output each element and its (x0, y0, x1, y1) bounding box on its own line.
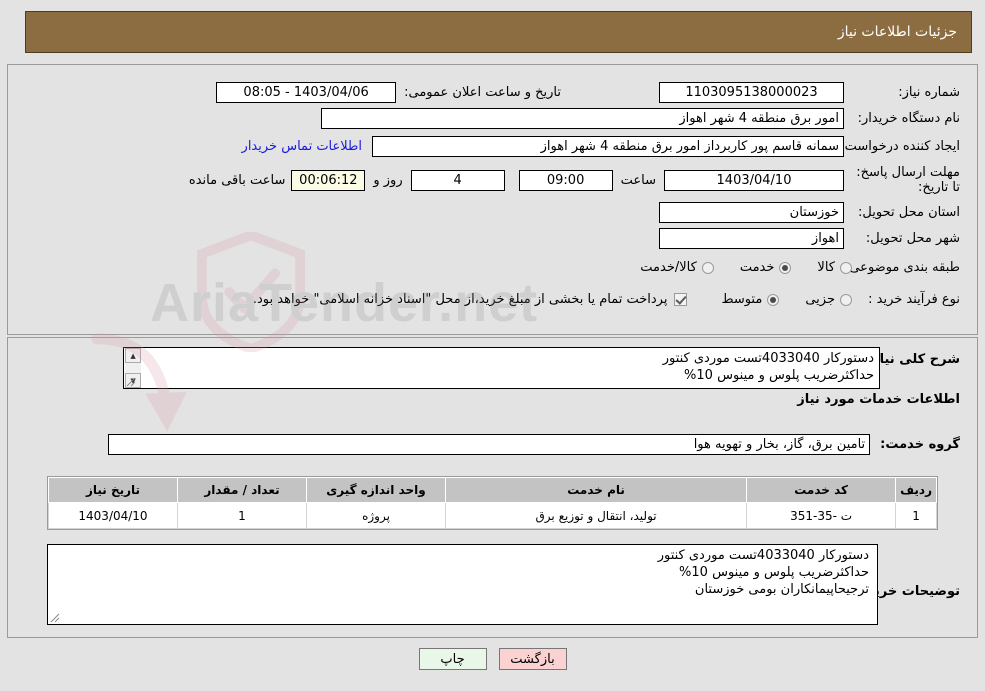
field-province: استان محل تحویل: خوزستان (659, 202, 960, 223)
field-process-type: نوع فرآیند خرید : جزیی متوسط پرداخت تمام… (253, 292, 960, 307)
field-public-announcement: تاریخ و ساعت اعلان عمومی: 1403/04/06 - 0… (216, 82, 561, 103)
deadline-label: مهلت ارسال پاسخ: تا تاریخ: (856, 165, 960, 195)
need-summary-scrollbar[interactable]: ▲ ▼ (124, 348, 141, 388)
need-summary-text: دستورکار 4033040تست موردی کنتور حداکثرضر… (662, 351, 874, 383)
deadline-time-value: 09:00 (518, 169, 613, 191)
process-type-label: نوع فرآیند خرید : (868, 292, 960, 307)
public-announcement-label: تاریخ و ساعت اعلان عمومی: (404, 85, 561, 100)
countdown-suffix-label: ساعت باقی مانده (188, 172, 286, 188)
deadline-date-value: 1403/04/10 (664, 169, 844, 191)
treasury-checkbox[interactable] (674, 293, 688, 306)
days-label: روز و (373, 172, 403, 188)
category-label: طبقه بندی موضوعی: (844, 260, 960, 275)
need-number-label: شماره نیاز: (898, 85, 960, 100)
field-category: طبقه بندی موضوعی: کالا خدمت کالا/خدمت (614, 260, 960, 275)
cell-unit: پروژه (306, 502, 446, 529)
print-button[interactable]: چاپ (418, 648, 487, 670)
radio-category-khedmat[interactable]: خدمت (740, 260, 792, 275)
radio-dot-motavasset[interactable] (767, 293, 780, 306)
field-deadline: مهلت ارسال پاسخ: تا تاریخ: 1403/04/10 سا… (189, 165, 960, 195)
province-value: خوزستان (659, 202, 844, 223)
scroll-down-icon[interactable]: ▼ (125, 373, 141, 388)
col-header-need-date: تاریخ نیاز (48, 477, 178, 503)
table-header-row: ردیف کد خدمت نام خدمت واحد اندازه گیری ت… (48, 477, 937, 503)
service-group-label: گروه خدمت: (880, 437, 960, 452)
field-city: شهر محل تحویل: اهواز (659, 228, 960, 249)
city-label: شهر محل تحویل: (865, 231, 960, 246)
radio-label-jozii: جزیی (805, 292, 835, 307)
field-requester: ایجاد کننده درخواست: سمانه قاسم پور کارب… (242, 136, 960, 157)
buyer-notes-text: دستورکار 4033040تست موردی کنتور حداکثرضر… (657, 548, 869, 597)
countdown-value: 00:06:12 (291, 169, 366, 191)
services-table: ردیف کد خدمت نام خدمت واحد اندازه گیری ت… (47, 476, 938, 530)
radio-dot-khedmat[interactable] (779, 261, 792, 274)
radio-dot-kala-khedmat[interactable] (701, 261, 714, 274)
radio-label-kala-khedmat: کالا/خدمت (640, 260, 697, 275)
requester-value: سمانه قاسم پور کاربرداز امور برق منطقه 4… (372, 136, 844, 157)
cell-need-date: 1403/04/10 (48, 502, 178, 529)
field-service-group: گروه خدمت: تامین برق، گاز، بخار و تهویه … (108, 434, 960, 455)
days-remaining-value: 4 (410, 169, 505, 191)
need-number-value: 1103095138000023 (659, 82, 844, 103)
city-value: اهواز (659, 228, 844, 249)
page-header-bar: جزئیات اطلاعات نیاز (25, 11, 972, 53)
col-header-quantity: تعداد / مقدار (177, 477, 307, 503)
radio-category-kala[interactable]: کالا (817, 260, 852, 275)
back-button[interactable]: بازگشت (498, 648, 567, 670)
page-root: جزئیات اطلاعات نیاز شماره نیاز: 11030951… (0, 0, 985, 691)
radio-category-kala-khedmat[interactable]: کالا/خدمت (640, 260, 714, 275)
scroll-up-icon[interactable]: ▲ (125, 348, 141, 363)
col-header-service-name: نام خدمت (444, 477, 748, 503)
table-row: 1 ت -35-351 تولید، انتقال و توزیع برق پر… (48, 502, 937, 529)
col-header-service-code: کد خدمت (746, 477, 897, 503)
col-header-radif: ردیف (895, 477, 937, 503)
cell-quantity: 1 (177, 502, 307, 529)
buyer-contact-link[interactable]: اطلاعات تماس خریدار (242, 139, 362, 154)
cell-service-code: ت -35-351 (746, 502, 897, 529)
services-section-heading: اطلاعات خدمات مورد نیاز (797, 392, 960, 407)
page-title: جزئیات اطلاعات نیاز (837, 24, 957, 40)
need-summary-textarea[interactable]: ▲ ▼ دستورکار 4033040تست موردی کنتور حداک… (123, 347, 880, 389)
radio-dot-kala[interactable] (840, 261, 852, 274)
field-need-number: شماره نیاز: 1103095138000023 (659, 82, 960, 103)
hour-label: ساعت (620, 172, 656, 188)
public-announcement-value: 1403/04/06 - 08:05 (216, 82, 397, 103)
requester-label: ایجاد کننده درخواست: (840, 139, 960, 154)
buyer-org-label: نام دستگاه خریدار: (857, 111, 960, 126)
action-button-row: بازگشت چاپ (0, 648, 985, 670)
col-header-unit: واحد اندازه گیری (306, 477, 446, 503)
radio-label-khedmat: خدمت (739, 260, 775, 275)
service-group-value: تامین برق، گاز، بخار و تهویه هوا (108, 434, 871, 455)
cell-service-name: تولید، انتقال و توزیع برق (444, 502, 748, 529)
radio-label-kala: کالا (817, 260, 835, 275)
radio-process-motavasset[interactable]: متوسط (721, 292, 780, 307)
field-buyer-org: نام دستگاه خریدار: امور برق منطقه 4 شهر … (321, 108, 960, 129)
province-label: استان محل تحویل: (858, 205, 960, 220)
radio-dot-jozii[interactable] (840, 293, 852, 306)
radio-process-jozii[interactable]: جزیی (805, 292, 852, 307)
need-summary-label: شرح کلی نیاز: (866, 352, 960, 367)
cell-radif: 1 (895, 502, 937, 529)
radio-label-motavasset: متوسط (721, 292, 763, 307)
treasury-note-text: پرداخت تمام یا بخشی از مبلغ خرید،از محل … (252, 292, 668, 307)
buyer-org-value: امور برق منطقه 4 شهر اهواز (321, 108, 844, 129)
buyer-notes-textarea[interactable]: دستورکار 4033040تست موردی کنتور حداکثرضر… (47, 544, 878, 625)
